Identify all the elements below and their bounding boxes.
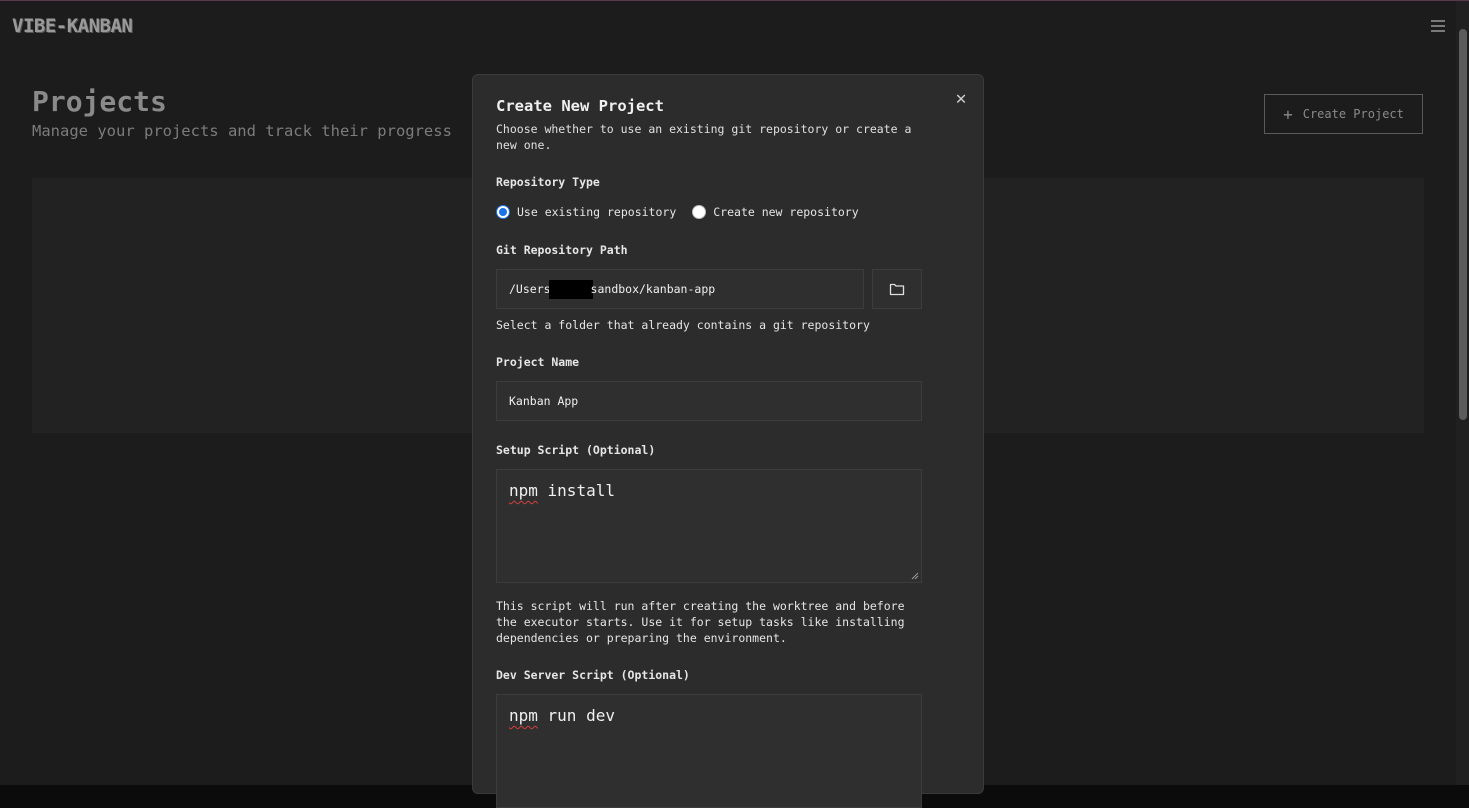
dev-script-rest: run dev (537, 706, 615, 725)
create-project-dialog: ✕ Create New Project Choose whether to u… (472, 74, 984, 808)
dev-script-label: Dev Server Script (Optional) (496, 668, 690, 682)
page-scrollbar[interactable] (1456, 1, 1469, 785)
radio-use-existing[interactable] (496, 205, 510, 219)
plus-icon: + (1283, 104, 1293, 124)
git-path-input[interactable]: /Users sandbox/kanban-app (496, 269, 864, 309)
close-icon[interactable]: ✕ (952, 90, 970, 108)
radio-create-new-label[interactable]: Create new repository (713, 205, 858, 219)
scrollbar-thumb[interactable] (1459, 29, 1467, 420)
browse-folder-button[interactable] (872, 269, 922, 309)
setup-script-textarea[interactable]: npm install (496, 469, 922, 583)
dialog-title: Create New Project (496, 97, 664, 115)
create-project-label: Create Project (1302, 107, 1404, 121)
setup-script-help: This script will run after creating the … (496, 599, 905, 645)
app-logo[interactable]: VIBE-KANBAN (12, 15, 133, 37)
project-name-input[interactable]: Kanban App (496, 381, 922, 421)
hamburger-menu-icon[interactable] (1431, 20, 1445, 32)
folder-icon (889, 283, 905, 296)
page-subtitle: Manage your projects and track their pro… (32, 122, 452, 140)
git-path-prefix: /Users (509, 282, 551, 296)
dev-script-word: npm (509, 706, 538, 725)
redacted-username (548, 279, 593, 299)
resize-handle-icon[interactable] (911, 572, 919, 580)
setup-script-word: npm (509, 481, 538, 500)
radio-use-existing-label[interactable]: Use existing repository (517, 205, 676, 219)
repository-type-radio-group: Use existing repository Create new repos… (496, 205, 859, 219)
page-title: Projects (32, 85, 167, 118)
project-name-label: Project Name (496, 355, 580, 369)
dialog-description: Choose whether to use an existing git re… (496, 122, 912, 152)
repository-type-label: Repository Type (496, 175, 600, 189)
setup-script-rest: install (537, 481, 615, 500)
git-path-help: Select a folder that already contains a … (496, 318, 870, 332)
radio-create-new[interactable] (692, 205, 707, 219)
git-path-label: Git Repository Path (496, 243, 628, 257)
setup-script-label: Setup Script (Optional) (496, 443, 656, 457)
dev-script-textarea[interactable]: npm run dev (496, 694, 922, 808)
git-path-suffix: sandbox/kanban-app (590, 282, 716, 296)
create-project-button[interactable]: + Create Project (1264, 94, 1423, 134)
